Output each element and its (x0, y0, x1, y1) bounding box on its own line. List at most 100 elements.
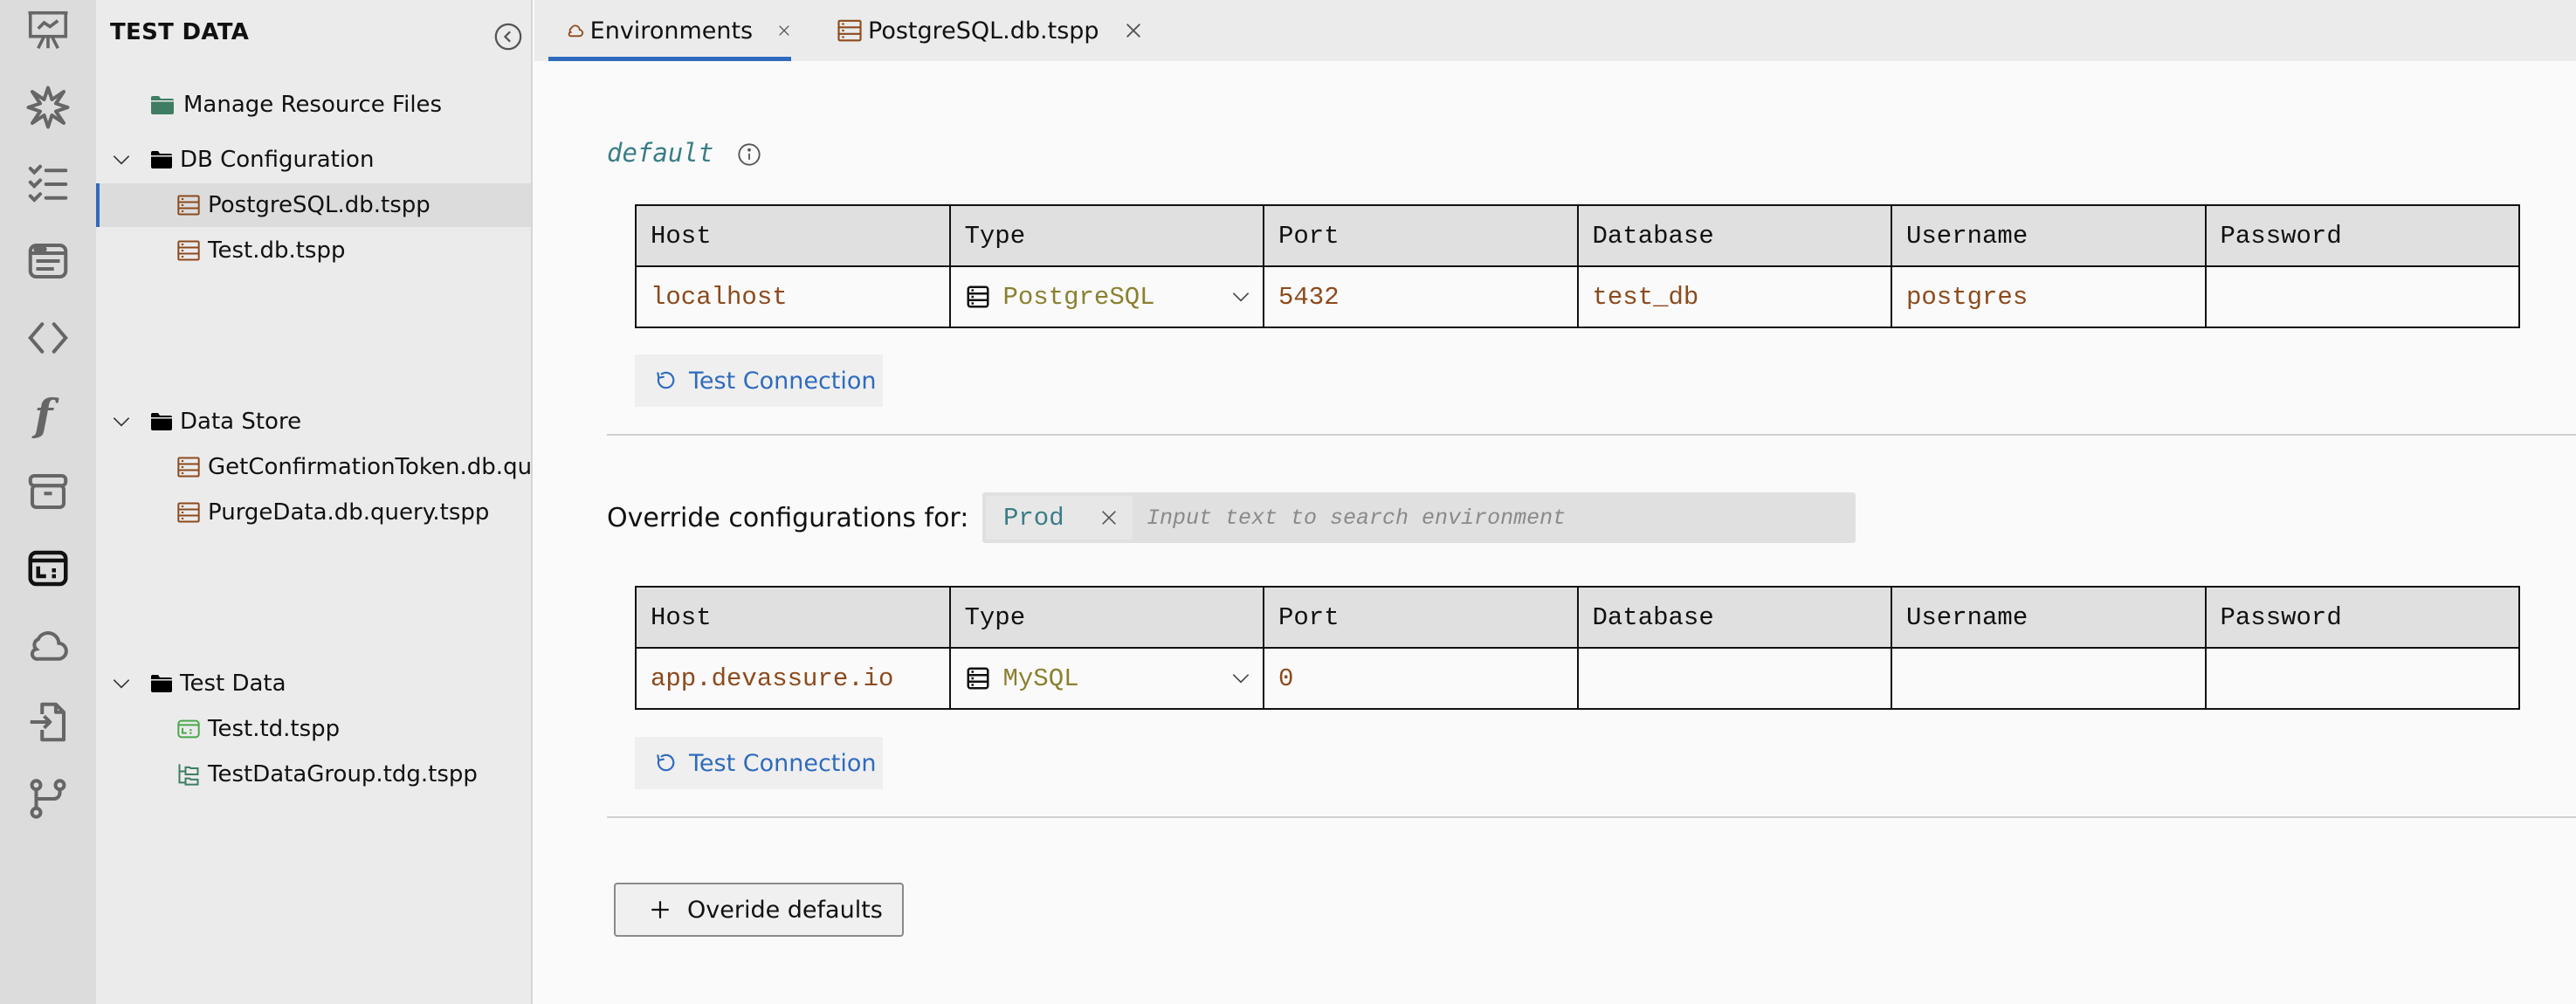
tree-group-label: Data Store (180, 409, 302, 435)
column-header-type: Type (948, 586, 1264, 649)
test-connection-label: Test Connection (689, 749, 877, 777)
cloud-icon (568, 24, 584, 38)
section-divider (607, 816, 2576, 818)
code-brackets-icon[interactable] (19, 309, 77, 367)
chevron-down-icon[interactable] (110, 410, 133, 433)
tab-label: Environments (589, 17, 754, 45)
tab-postgresql-db[interactable]: PostgreSQL.db.tspp (837, 0, 1143, 61)
tree-item-getconfirmationtoken[interactable]: GetConfirmationToken.db.query.tspp (96, 445, 531, 489)
chevron-left-circle-icon[interactable] (493, 22, 523, 52)
test-data-group-icon (178, 764, 199, 786)
git-branch-icon[interactable] (19, 770, 77, 828)
type-select[interactable]: MySQL (948, 647, 1264, 710)
folder-icon (151, 413, 172, 430)
database-icon (967, 285, 988, 308)
test-data-icon[interactable] (19, 540, 77, 597)
sidebar: TEST DATA Manage Resource Files DB Confi… (96, 0, 533, 1004)
close-icon[interactable] (1124, 21, 1143, 40)
section-divider (607, 434, 2576, 436)
default-env-name: default (607, 138, 714, 168)
tree-group-label: DB Configuration (180, 147, 375, 173)
port-field[interactable]: 0 (1263, 647, 1579, 710)
table-row: localhost PostgreSQL 5432 test_db postgr… (635, 265, 2520, 328)
tree-item-purgedata[interactable]: PurgeData.db.query.tspp (96, 491, 531, 534)
host-field[interactable]: app.devassure.io (635, 647, 951, 710)
column-header-username: Username (1891, 586, 2207, 649)
manage-resource-files[interactable]: Manage Resource Files (96, 83, 531, 127)
tree-item-test-td[interactable]: Test.td.tspp (96, 707, 531, 751)
tab-label: PostgreSQL.db.tspp (868, 17, 1099, 45)
column-header-database: Database (1576, 204, 1892, 267)
type-value: MySQL (1002, 664, 1079, 693)
database-file-icon (177, 240, 200, 261)
column-header-username: Username (1891, 204, 2207, 267)
starburst-icon[interactable] (19, 79, 77, 136)
tab-environments[interactable]: Environments (548, 0, 791, 61)
column-header-port: Port (1263, 204, 1579, 267)
tree-item-label: TestDataGroup.tdg.tspp (208, 761, 478, 787)
chevron-down-icon[interactable] (110, 148, 133, 171)
column-header-password: Password (2204, 204, 2520, 267)
chevron-down-icon[interactable] (1229, 285, 1252, 308)
username-field[interactable]: postgres (1891, 265, 2207, 328)
cloud-icon[interactable] (19, 616, 77, 674)
override-defaults-label: Overide defaults (687, 896, 883, 924)
database-file-icon (177, 502, 200, 523)
browser-window-icon[interactable] (19, 232, 77, 290)
database-field[interactable]: test_db (1576, 265, 1892, 328)
tree-item-label: PostgreSQL.db.tspp (208, 192, 430, 218)
table-header-row: Host Type Port Database Username Passwor… (635, 586, 2520, 649)
folder-icon (151, 675, 172, 692)
tree-item-label: GetConfirmationToken.db.query.tspp (208, 454, 531, 480)
tree-group-data-store[interactable]: Data Store (96, 400, 531, 444)
tree-group-db-configuration[interactable]: DB Configuration (96, 138, 531, 182)
tree-item-label: Test.td.tspp (208, 716, 341, 742)
database-field[interactable] (1576, 647, 1892, 710)
archive-box-icon[interactable] (19, 463, 77, 520)
database-icon (967, 667, 988, 690)
info-icon[interactable] (737, 142, 761, 167)
override-defaults-button[interactable]: Overide defaults (614, 883, 904, 937)
column-header-password: Password (2204, 586, 2520, 649)
override-configurations-label: Override configurations for: (607, 503, 969, 533)
file-import-icon[interactable] (19, 693, 77, 751)
database-file-icon (837, 19, 862, 42)
chevron-down-icon[interactable] (1229, 667, 1252, 690)
column-header-database: Database (1576, 586, 1892, 649)
environment-search-box[interactable]: Prod (982, 492, 1856, 543)
refresh-icon (657, 371, 675, 389)
checklist-icon[interactable] (19, 155, 77, 213)
close-icon[interactable] (777, 21, 791, 40)
environment-search-input[interactable] (1147, 492, 1845, 543)
username-field[interactable] (1891, 647, 2207, 710)
password-field[interactable] (2204, 647, 2520, 710)
test-connection-button[interactable]: Test Connection (635, 737, 883, 789)
function-icon[interactable]: f (19, 386, 77, 444)
host-field[interactable]: localhost (635, 265, 951, 328)
table-header-row: Host Type Port Database Username Passwor… (635, 204, 2520, 267)
column-header-host: Host (635, 586, 951, 649)
type-select[interactable]: PostgreSQL (948, 265, 1264, 328)
tree-item-test-db[interactable]: Test.db.tspp (96, 229, 531, 272)
test-data-file-icon (177, 719, 200, 739)
manage-resource-files-label: Manage Resource Files (183, 92, 443, 118)
chevron-down-icon[interactable] (110, 672, 133, 695)
sidebar-title: TEST DATA (110, 19, 250, 45)
port-field[interactable]: 5432 (1263, 265, 1579, 328)
column-header-type: Type (948, 204, 1264, 267)
password-field[interactable] (2204, 265, 2520, 328)
type-value: PostgreSQL (1002, 282, 1155, 312)
tree-group-test-data[interactable]: Test Data (96, 662, 531, 705)
remove-chip-icon[interactable] (1099, 508, 1119, 527)
folder-icon (151, 151, 172, 168)
test-connection-button[interactable]: Test Connection (635, 354, 883, 407)
tree-item-testdatagroup[interactable]: TestDataGroup.tdg.tspp (96, 753, 531, 796)
tree-item-postgresql-db[interactable]: PostgreSQL.db.tspp (96, 183, 531, 227)
tree-group-label: Test Data (180, 670, 286, 697)
default-config-table: Host Type Port Database Username Passwor… (635, 204, 2520, 328)
database-file-icon (177, 195, 200, 216)
database-file-icon (177, 457, 200, 478)
column-header-port: Port (1263, 586, 1579, 649)
environments-editor: default Host Type Port Database Username… (534, 61, 2576, 1004)
presentation-chart-icon[interactable] (19, 2, 77, 59)
